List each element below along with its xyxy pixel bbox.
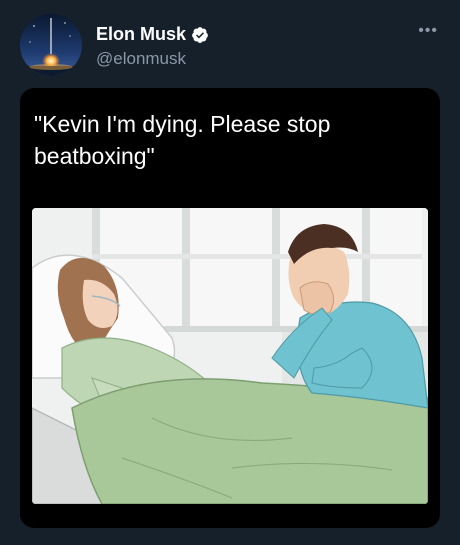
rocket-launch-icon [20,14,82,76]
handle[interactable]: @elonmusk [96,49,186,69]
media-card[interactable]: "Kevin I'm dying. Please stop beatboxing… [20,88,440,528]
avatar[interactable] [20,14,82,76]
name-row: Elon Musk [96,24,209,45]
verified-badge-icon [191,26,209,44]
more-options-icon[interactable]: ••• [418,22,438,40]
hospital-bed-illustration [32,208,428,504]
tweet: Elon Musk @elonmusk ••• "Kevin I'm dying… [0,0,460,545]
quote-text: "Kevin I'm dying. Please stop beatboxing… [34,111,331,169]
display-name[interactable]: Elon Musk [96,24,186,45]
